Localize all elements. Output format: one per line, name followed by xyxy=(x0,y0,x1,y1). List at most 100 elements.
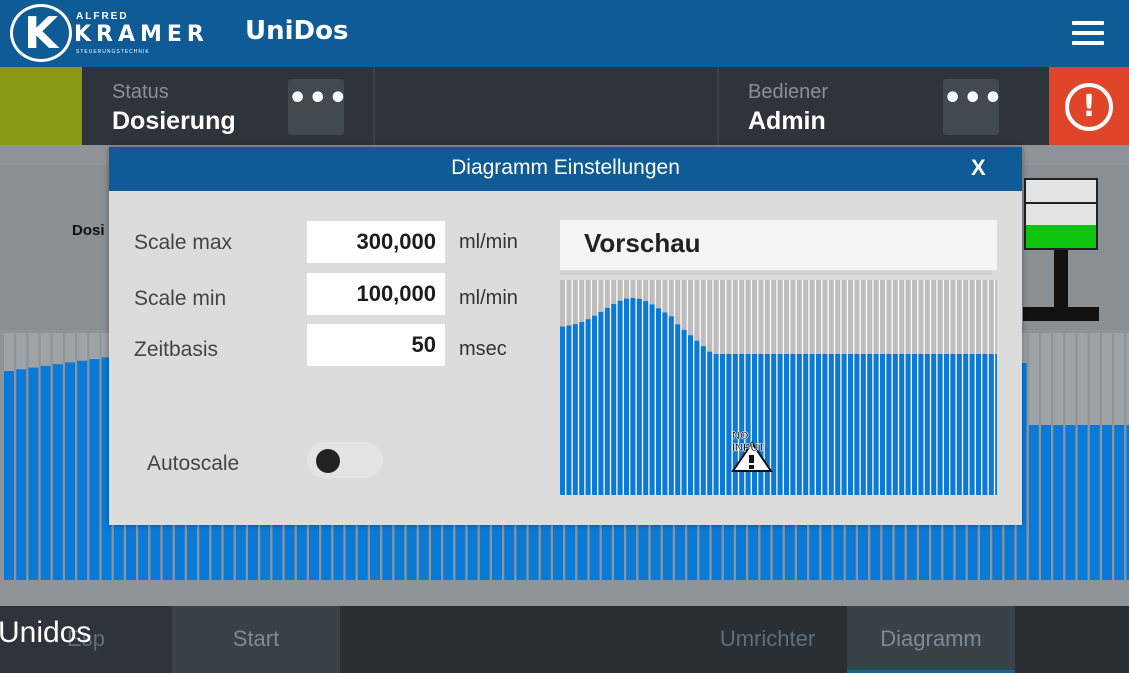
chart-bar xyxy=(963,354,969,495)
status-value: Dosierung xyxy=(112,107,236,135)
zeitbasis-input[interactable] xyxy=(307,324,445,366)
chart-bar xyxy=(758,354,764,495)
app-header: K ALFRED KRAMER STEUERUNGSTECHNIK UniDos xyxy=(0,0,1129,67)
logo-letter: K xyxy=(23,8,59,59)
tab-diagramm[interactable]: Diagramm xyxy=(847,606,1015,673)
operator-more-button[interactable]: ••• xyxy=(943,79,1003,135)
chart-bar xyxy=(892,354,898,495)
chart-bar xyxy=(1041,425,1051,580)
chart-bar xyxy=(956,354,962,495)
chart-bar xyxy=(764,354,770,495)
operator-label: Bediener xyxy=(748,81,829,103)
chart-bar xyxy=(982,354,988,495)
divider xyxy=(717,67,719,145)
chart-bar xyxy=(52,364,63,580)
hamburger-menu-icon[interactable] xyxy=(1070,18,1106,48)
chart-bar xyxy=(1053,425,1064,580)
chart-bar xyxy=(579,322,585,495)
status-more-button[interactable]: ••• xyxy=(288,79,348,135)
scale-min-input[interactable] xyxy=(307,273,445,315)
chart-bar xyxy=(604,307,610,495)
chart-bar xyxy=(969,354,975,495)
chart-bar xyxy=(880,354,885,495)
chart-bar xyxy=(912,354,917,495)
logo-main-text: KRAMER xyxy=(74,22,209,47)
chart-bar xyxy=(572,324,578,495)
chart-bar xyxy=(89,359,100,580)
gauge-stem xyxy=(1054,250,1068,310)
scale-min-unit: ml/min xyxy=(459,287,518,309)
level-gauge xyxy=(1024,178,1098,250)
chart-bar xyxy=(707,351,713,495)
zeitbasis-label: Zeitbasis xyxy=(134,338,219,361)
preview-divider xyxy=(560,271,992,275)
chart-bar xyxy=(835,354,841,495)
chart-bar xyxy=(598,311,604,495)
chart-bar xyxy=(739,354,745,495)
tab-umrichter[interactable]: Umrichter xyxy=(690,606,845,673)
gauge-foot xyxy=(1023,307,1099,321)
autoscale-toggle[interactable] xyxy=(307,442,383,478)
chart-bar xyxy=(681,329,687,495)
dialog-header: Diagramm Einstellungen X xyxy=(109,147,1022,191)
chart-bar xyxy=(918,354,924,495)
chart-bar xyxy=(560,326,565,495)
status-label: Status xyxy=(112,81,169,103)
chart-bar xyxy=(585,319,591,495)
chart-bar xyxy=(745,354,751,495)
alert-circle-icon: ! xyxy=(1065,83,1113,131)
status-row: Status Dosierung ••• Bediener Admin ••• … xyxy=(0,67,1129,145)
chart-bar xyxy=(611,303,617,495)
chart-bar xyxy=(899,354,905,495)
chart-bar xyxy=(995,354,997,495)
scale-min-label: Scale min xyxy=(134,287,227,310)
chart-bar xyxy=(649,304,655,495)
chart-bar xyxy=(688,335,693,495)
preview-title: Vorschau xyxy=(584,228,701,258)
overlay-caption: Unidos xyxy=(0,616,92,649)
chart-bar xyxy=(848,354,853,495)
no-input-text-line1: NO xyxy=(732,430,749,442)
scale-max-input[interactable] xyxy=(307,221,445,263)
chart-bar xyxy=(809,354,815,495)
chart-bar xyxy=(828,354,834,495)
chart-bar xyxy=(4,371,14,580)
divider xyxy=(373,67,375,145)
chart-bar xyxy=(28,367,39,580)
tab-start[interactable]: Start xyxy=(172,606,340,673)
chart-bar xyxy=(854,354,860,495)
chart-bar xyxy=(784,354,789,495)
chart-bar xyxy=(867,354,873,495)
chart-bar xyxy=(713,354,719,495)
chart-bar xyxy=(1077,425,1088,580)
preview-header: Vorschau xyxy=(560,220,997,270)
no-input-warning-icon: NO INPUT xyxy=(731,430,773,472)
dialog-title: Diagramm Einstellungen xyxy=(451,156,680,179)
no-input-text-line2: INPUT xyxy=(732,442,765,454)
chart-bar xyxy=(1028,425,1039,580)
chart-bar xyxy=(924,354,930,495)
menu-bar xyxy=(1072,31,1104,35)
chart-bar xyxy=(816,354,821,495)
chart-bar xyxy=(624,298,629,495)
menu-bar xyxy=(1072,21,1104,25)
app-title: UniDos xyxy=(245,16,349,46)
chart-bar xyxy=(937,354,943,495)
chart-bar xyxy=(771,354,777,495)
chart-bar xyxy=(976,354,981,495)
chart-bar xyxy=(675,324,681,495)
chart-bar xyxy=(700,346,706,495)
chart-bar xyxy=(803,354,809,495)
chart-bar xyxy=(16,369,27,580)
chart-bar xyxy=(777,354,783,495)
chart-bar xyxy=(796,354,802,495)
chart-bar xyxy=(592,315,597,495)
chart-bar xyxy=(617,300,623,495)
autoscale-label: Autoscale xyxy=(147,452,240,475)
scale-max-label: Scale max xyxy=(134,231,233,254)
menu-bar xyxy=(1072,41,1104,45)
chart-bar xyxy=(566,325,572,495)
chart-bar xyxy=(65,362,75,580)
close-button[interactable]: X xyxy=(971,155,986,181)
alarm-button[interactable]: ! xyxy=(1049,67,1129,145)
